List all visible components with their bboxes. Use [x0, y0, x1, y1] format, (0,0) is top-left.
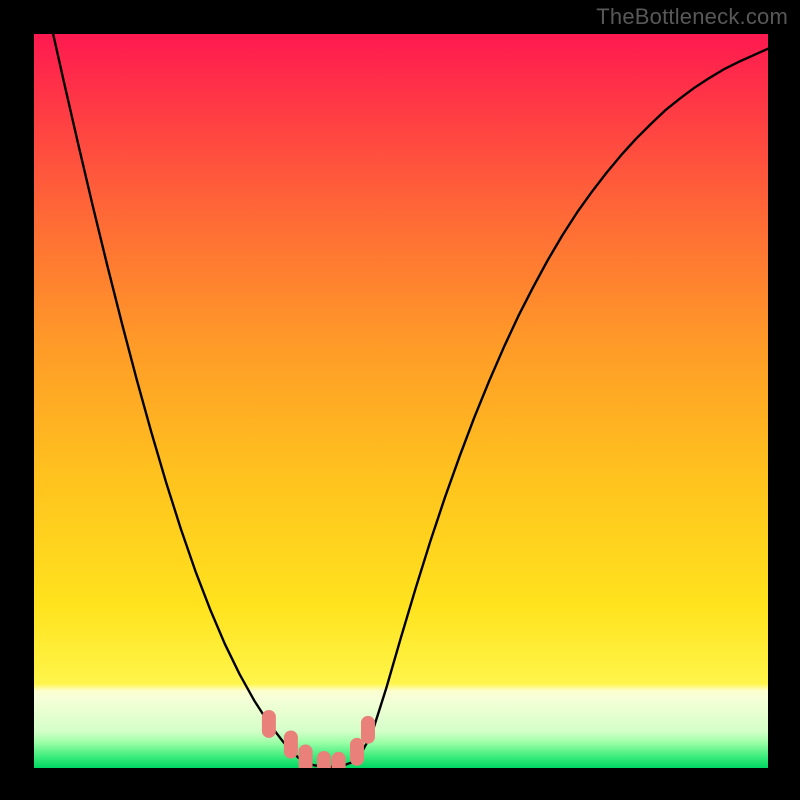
marker-group: [262, 710, 375, 768]
curve-marker: [284, 731, 298, 759]
curve-layer: [34, 34, 768, 768]
watermark-text: TheBottleneck.com: [596, 4, 788, 30]
bottleneck-curve: [34, 34, 768, 767]
curve-marker: [262, 710, 276, 738]
curve-marker: [299, 744, 313, 768]
curve-marker: [361, 716, 375, 744]
chart-frame: TheBottleneck.com: [0, 0, 800, 800]
plot-area: [34, 34, 768, 768]
curve-marker: [332, 752, 346, 768]
curve-marker: [350, 738, 364, 766]
curve-marker: [317, 751, 331, 768]
